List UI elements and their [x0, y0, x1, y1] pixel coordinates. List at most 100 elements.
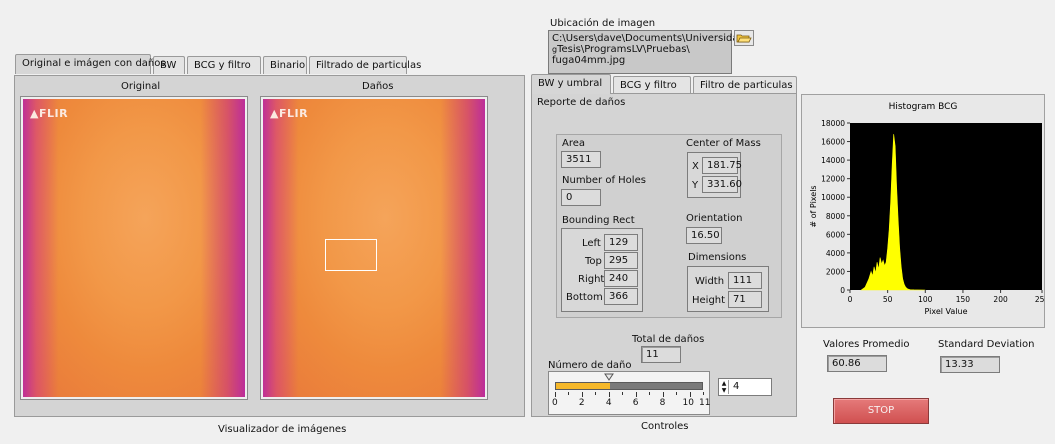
height-label: Height — [692, 295, 726, 306]
slider-tick — [662, 392, 664, 397]
slider-thumb[interactable] — [603, 373, 614, 381]
flir-logo: ▲FLIR — [30, 107, 69, 120]
bottom-indicator: 366 — [604, 288, 638, 305]
center-of-mass-cluster: X 181.75 Y 331.60 — [687, 152, 742, 198]
x-tick-label: 150 — [956, 295, 971, 304]
left-tab-panel: Original Daños ▲FLIR ▲FLIR — [14, 75, 525, 417]
slider-tick-label: 4 — [605, 398, 612, 408]
y-indicator: 331.60 — [702, 176, 742, 193]
tab-bw-umbral[interactable]: BW y umbral — [531, 74, 611, 94]
slider-tick-label: 11 — [699, 398, 711, 408]
increment-arrow-icon[interactable]: ▲ — [720, 380, 728, 387]
path-line-2: gTesis\ProgramsLV\Pruebas\ — [552, 44, 690, 55]
histogram-svg: Histogram BCG 0 2000 4000 6000 8000 10000 12000… — [809, 102, 1049, 316]
slider-tick — [555, 392, 556, 397]
std-dev-label: Standard Deviation — [938, 339, 1035, 350]
thermal-image-original: ▲FLIR — [23, 99, 245, 397]
x-axis-label: Pixel Value — [924, 307, 967, 316]
tab-binario[interactable]: Binario — [263, 56, 307, 74]
center-of-mass-label: Center of Mass — [686, 138, 761, 149]
x-indicator: 181.75 — [702, 157, 742, 174]
slider-tick — [568, 392, 570, 395]
report-cluster: Area 3511 Number of Holes 0 Bounding Rec… — [556, 134, 782, 318]
y-tick-label: 16000 — [821, 138, 845, 147]
slider-tick — [689, 392, 691, 397]
x-tick-label: 50 — [883, 295, 893, 304]
decrement-arrow-icon[interactable]: ▼ — [720, 387, 728, 394]
slider-tick-label: 6 — [632, 398, 639, 408]
area-label: Area — [562, 138, 586, 149]
x-tick-label: 255 — [1035, 295, 1044, 304]
tab-original-danos[interactable]: Original e imágen con daños — [15, 54, 166, 74]
tab-filtro-particulas[interactable]: Filtro de particulas — [693, 76, 797, 94]
slider-scale: 0 2 4 6 8 10 11 — [552, 392, 710, 414]
y-tick-label: 14000 — [821, 156, 845, 165]
slider-tick — [595, 392, 597, 395]
stop-button[interactable]: STOP — [833, 398, 929, 424]
slider-fill — [556, 383, 610, 389]
right-label: Right — [578, 274, 605, 285]
slider-thumb-icon — [603, 373, 614, 381]
browse-button[interactable] — [734, 30, 754, 46]
flir-logo: ▲FLIR — [270, 107, 309, 120]
holes-indicator: 0 — [561, 189, 601, 206]
danos-image[interactable]: ▲FLIR — [261, 97, 487, 399]
y-tick-label: 8000 — [826, 212, 845, 221]
y-tick-label: 0 — [840, 286, 845, 295]
orientation-label: Orientation — [686, 213, 743, 224]
tab-filtrado-particulas[interactable]: Filtrado de particulas — [309, 56, 421, 74]
path-line-1: C:\Users\dave\Documents\Universidad\ — [552, 33, 749, 44]
valores-promedio-indicator: 60.86 — [827, 355, 887, 372]
width-indicator: 111 — [728, 272, 762, 289]
folder-open-icon — [736, 34, 752, 43]
left-indicator: 129 — [604, 234, 638, 251]
y-tick-label: 6000 — [826, 230, 845, 239]
numeric-value[interactable]: 4 — [733, 381, 739, 392]
x-tick-label: 100 — [918, 295, 933, 304]
y-tick-label: 4000 — [826, 249, 845, 258]
middle-tab-panel: Reporte de daños Area 3511 Number of Hol… — [531, 93, 797, 417]
y-label: Y — [692, 180, 699, 191]
slider-tick — [608, 392, 610, 397]
controles-label: Controles — [641, 421, 689, 432]
x-tick-label: 0 — [848, 295, 853, 304]
path-field[interactable]: C:\Users\dave\Documents\Universidad\ gTe… — [548, 30, 749, 74]
numero-dano-numeric[interactable]: ▲ ▼ 4 — [718, 378, 772, 396]
bounding-rect-label: Bounding Rect — [562, 215, 635, 226]
orientation-indicator: 16.50 — [686, 227, 722, 244]
path-line-3: fuga04mm.jpg — [552, 55, 626, 66]
plot-area — [850, 123, 1042, 290]
slider-tick — [703, 392, 704, 395]
left-tab-bar: Original e imágen con daños BW BCG y fil… — [15, 54, 525, 76]
numeric-increment-decrement[interactable]: ▲ ▼ — [720, 380, 729, 394]
thermal-image-danos: ▲FLIR — [263, 99, 485, 397]
total-danos-indicator: 11 — [641, 346, 681, 363]
slider-track[interactable] — [555, 382, 703, 390]
tab-bcg-filtro[interactable]: BCG y filtro — [187, 56, 261, 74]
slider-tick-label: 0 — [552, 398, 558, 408]
y-axis-label: # of Pixels — [809, 185, 818, 227]
dimensions-cluster: Width 111 Height 71 — [687, 266, 769, 312]
slider-tick — [649, 392, 651, 395]
y-tick-label: 2000 — [826, 267, 845, 276]
slider-tick — [581, 392, 583, 397]
slider-tick-label: 10 — [682, 398, 694, 408]
y-tick-label: 18000 — [821, 119, 845, 128]
original-label: Original — [121, 81, 161, 92]
original-image[interactable]: ▲FLIR — [21, 97, 247, 399]
bounding-rect-cluster: Left 129 Top 295 Right 240 Bottom 366 — [561, 228, 643, 312]
numero-dano-slider[interactable]: 0 2 4 6 8 10 11 — [548, 371, 710, 415]
dimensions-label: Dimensions — [688, 252, 747, 263]
chart-title: Histogram BCG — [889, 102, 958, 112]
tab-bcg-filtro-mid[interactable]: BCG y filtro — [613, 76, 691, 94]
slider-tick-label: 2 — [578, 398, 585, 408]
area-indicator: 3511 — [561, 151, 601, 168]
left-label: Left — [582, 238, 601, 249]
height-indicator: 71 — [728, 291, 762, 308]
slider-tick — [676, 392, 678, 395]
damage-bounding-box — [325, 239, 377, 271]
y-tick-label: 12000 — [821, 175, 845, 184]
ubicacion-label: Ubicación de imagen — [550, 18, 656, 29]
y-tick-label: 10000 — [821, 193, 845, 202]
numero-dano-label: Número de daño — [548, 360, 632, 371]
